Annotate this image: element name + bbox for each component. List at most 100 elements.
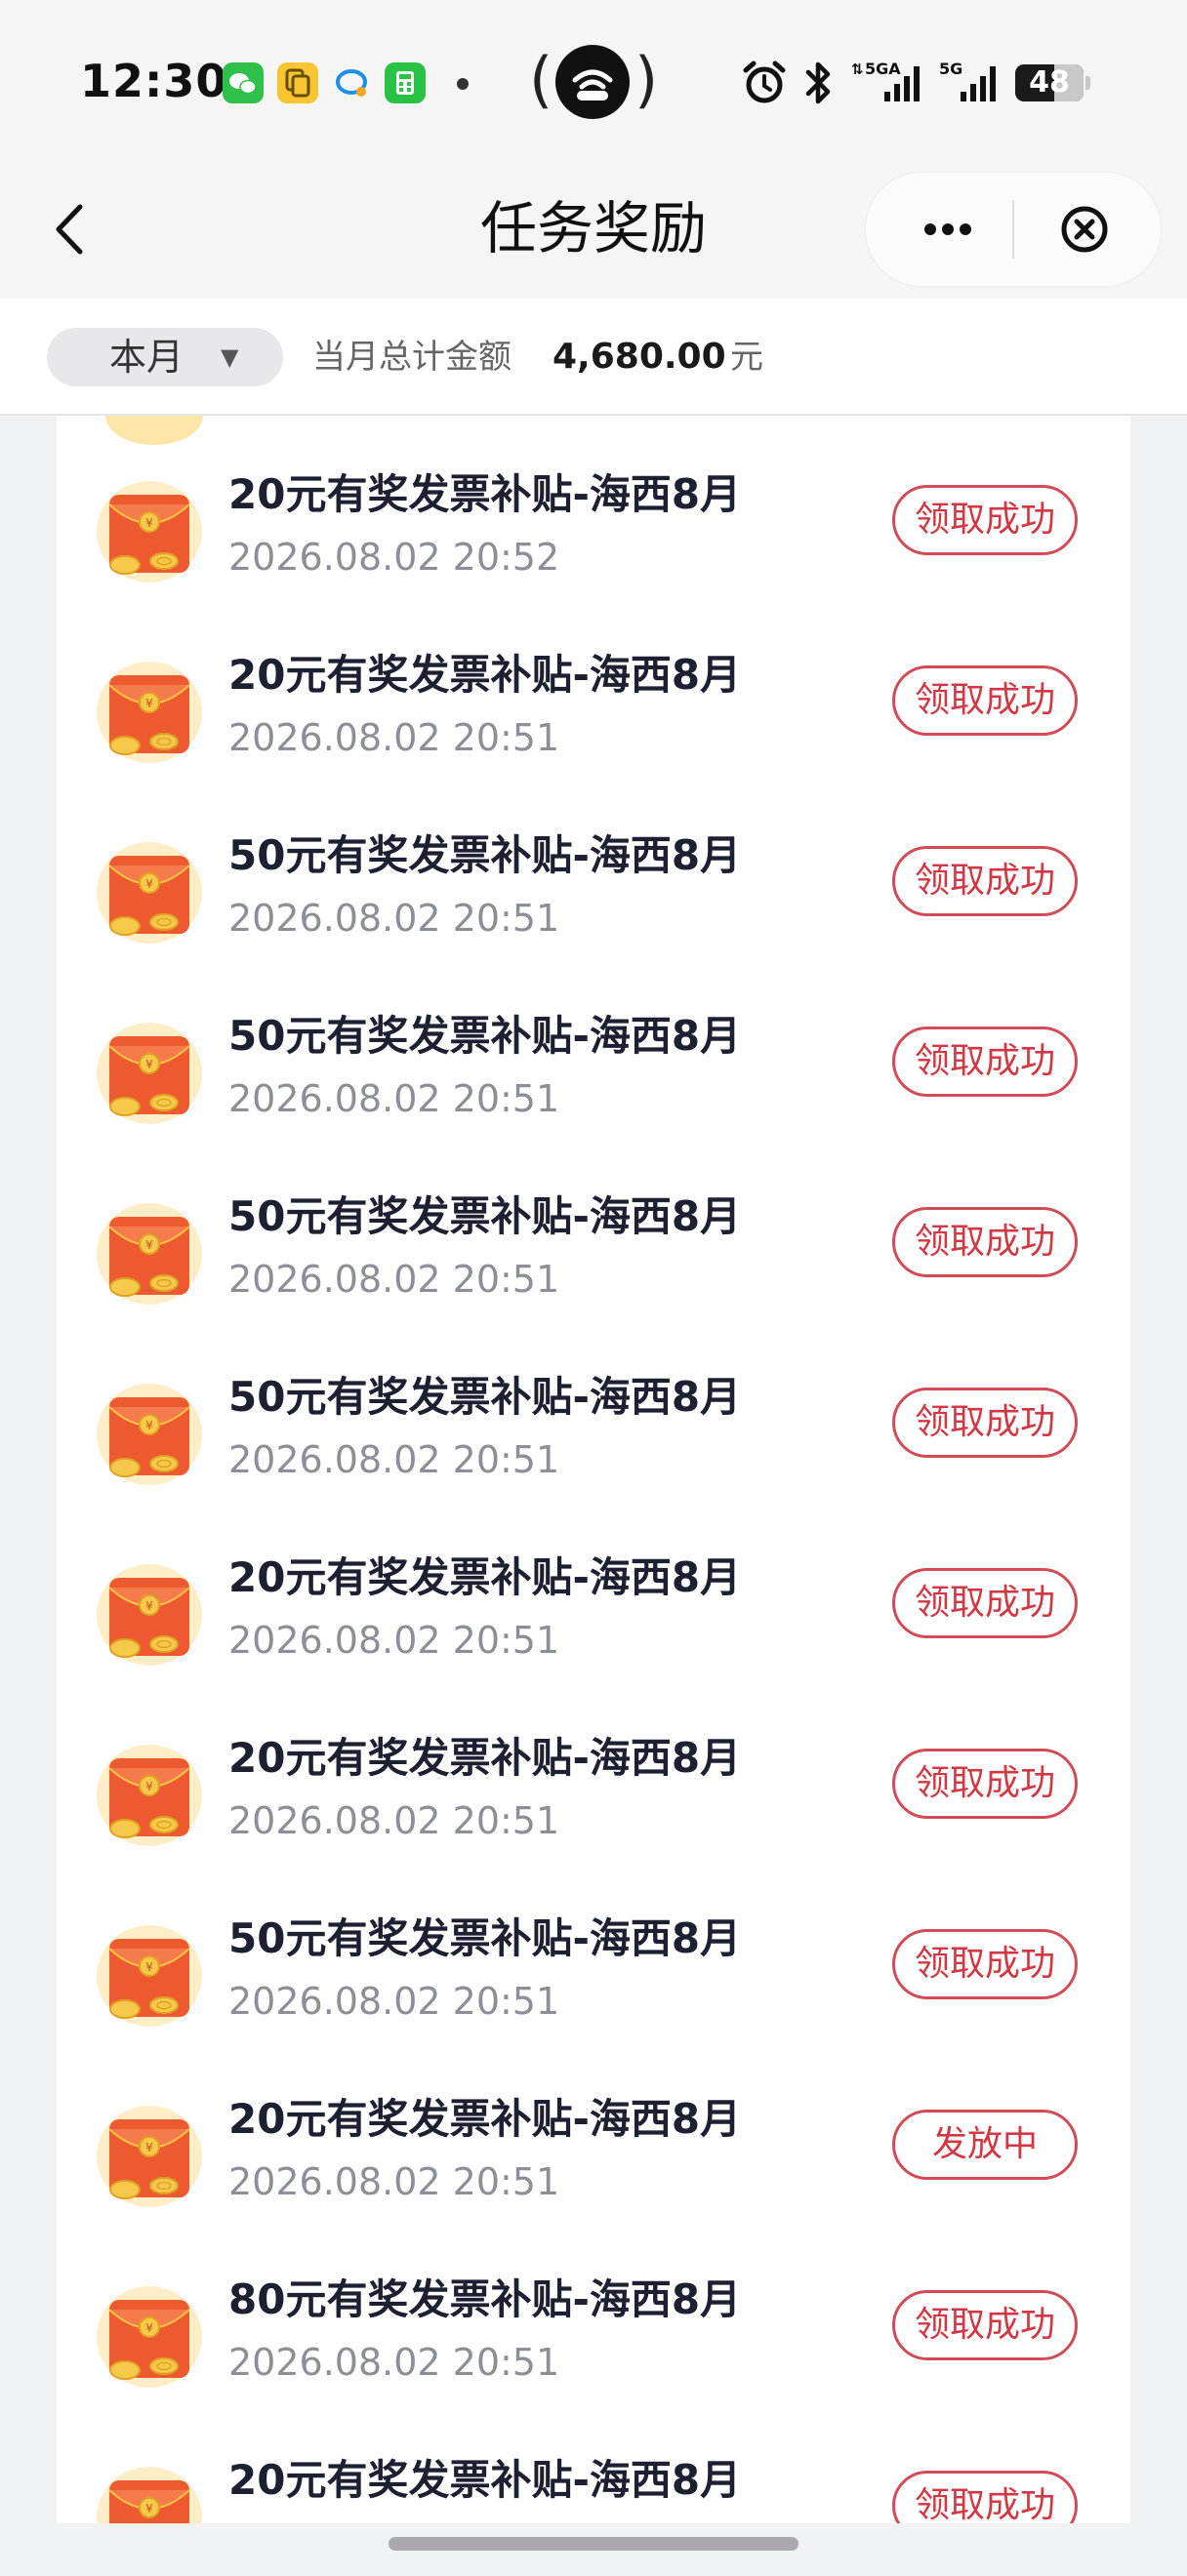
5g-signal-icon: 5G [939,60,996,101]
reward-rows: ¥ 20元有奖发票补贴-海西8月 2026.08.02 20:52 领取成功 ¥… [57,452,1130,2523]
bluetooth-icon [805,61,831,104]
red-envelope-icon: ¥ [97,1023,202,1124]
home-indicator[interactable] [389,2537,798,2551]
svg-text:¥: ¥ [145,877,153,891]
filter-bar: 本月 ▼ 当月总计金额 4,680.00 元 [0,299,1187,416]
svg-text:¥: ¥ [145,2502,153,2516]
hotspot-icon [572,69,613,101]
reward-title: 50元有奖发票补贴-海西8月 [228,1373,742,1421]
reward-time: 2026.08.02 20:51 [228,2160,560,2203]
red-envelope-icon: ¥ [97,1564,202,1666]
chat-app-icon [332,62,373,103]
reward-time: 2026.08.02 20:52 [228,536,560,579]
red-envelope-icon [105,416,203,445]
svg-text:⇅: ⇅ [851,60,864,78]
reward-time: 2026.08.02 20:51 [228,1619,560,1662]
month-dropdown[interactable]: 本月 ▼ [47,328,283,386]
reward-time: 2026.08.02 20:51 [228,1438,560,1481]
svg-text:¥: ¥ [145,516,153,530]
reward-time: 2026.08.02 20:51 [228,2341,560,2384]
reward-status-button[interactable]: 领取成功 [892,2290,1078,2360]
svg-text:¥: ¥ [145,1238,153,1252]
mini-program-capsule [865,172,1162,287]
status-time: 12:30 [80,55,228,107]
total-label: 当月总计金额 [312,338,512,377]
reward-status-button[interactable]: 领取成功 [892,1749,1078,1819]
more-dots-icon [924,223,971,235]
svg-text:¥: ¥ [145,2321,153,2335]
reward-item[interactable]: ¥ 20元有奖发票补贴-海西8月 2026.08.02 20:52 领取成功 [57,452,1130,632]
reward-title: 80元有奖发票补贴-海西8月 [228,2275,742,2323]
svg-text:¥: ¥ [145,1780,153,1793]
reward-status-button[interactable]: 领取成功 [892,1207,1078,1277]
reward-status-button[interactable]: 领取成功 [892,1026,1078,1097]
notification-dot [457,78,469,90]
total-unit: 元 [730,338,763,377]
capsule-divider [1012,200,1014,259]
reward-time: 2026.08.02 20:51 [228,1258,560,1301]
reward-title: 20元有奖发票补贴-海西8月 [228,1734,742,1782]
reward-title: 50元有奖发票补贴-海西8月 [228,831,742,879]
red-envelope-icon: ¥ [97,662,202,763]
reward-time: 2026.08.02 20:51 [228,1799,560,1842]
battery-tip [1085,76,1090,90]
reward-title: 20元有奖发票补贴-海西8月 [228,2456,742,2504]
reward-title: 20元有奖发票补贴-海西8月 [228,2095,742,2143]
red-envelope-icon: ¥ [97,1203,202,1305]
red-envelope-icon: ¥ [97,481,202,583]
reward-status-button[interactable]: 发放中 [892,2110,1078,2180]
reward-title: 50元有奖发票补贴-海西8月 [228,1914,742,1962]
5g-signal-icon: ⇅ 5GA [851,60,920,101]
close-circle-icon [1061,206,1108,253]
dropdown-arrow-icon: ▼ [221,343,239,371]
reward-status-button[interactable]: 领取成功 [892,1568,1078,1638]
reward-item[interactable]: ¥ 50元有奖发票补贴-海西8月 2026.08.02 20:51 领取成功 [57,1354,1130,1535]
status-bar: 12:30 () ⇅ 5GA 5G 48 [0,0,1187,162]
reward-item[interactable]: ¥ 20元有奖发票补贴-海西8月 2026.08.02 20:51 领取成功 [57,1715,1130,1896]
svg-text:¥: ¥ [145,697,153,710]
reward-status-button[interactable]: 领取成功 [892,1388,1078,1458]
nav-bar: 任务奖励 [0,162,1187,299]
reward-time: 2026.08.02 20:51 [228,1077,560,1120]
back-button[interactable] [47,185,96,273]
reward-time: 2026.08.02 20:51 [228,1980,560,2023]
reward-status-button[interactable]: 领取成功 [892,485,1078,555]
total-amount: 4,680.00 [553,337,726,377]
reward-title: 50元有奖发票补贴-海西8月 [228,1192,742,1240]
battery-indicator: 48 [1015,64,1084,101]
reward-item[interactable]: ¥ 20元有奖发票补贴-海西8月 领取成功 [57,2437,1130,2523]
red-envelope-icon: ¥ [97,1925,202,2027]
reward-title: 20元有奖发票补贴-海西8月 [228,651,742,699]
reward-item[interactable]: ¥ 50元有奖发票补贴-海西8月 2026.08.02 20:51 领取成功 [57,1896,1130,2076]
reward-title: 20元有奖发票补贴-海西8月 [228,1553,742,1601]
red-envelope-icon: ¥ [97,1384,202,1485]
reward-item[interactable]: ¥ 80元有奖发票补贴-海西8月 2026.08.02 20:51 领取成功 [57,2257,1130,2437]
month-dropdown-label: 本月 [109,336,184,379]
red-envelope-icon: ¥ [97,842,202,944]
reward-item[interactable]: ¥ 20元有奖发票补贴-海西8月 2026.08.02 20:51 发放中 [57,2076,1130,2257]
red-envelope-icon: ¥ [97,2286,202,2388]
red-envelope-icon: ¥ [97,2106,202,2207]
copy-app-icon [277,62,318,103]
svg-text:¥: ¥ [145,1419,153,1432]
svg-text:¥: ¥ [145,1058,153,1071]
hotspot-indicator: ( ) [529,41,658,119]
reward-status-button[interactable]: 领取成功 [892,665,1078,736]
svg-text:¥: ¥ [145,2141,153,2154]
close-button[interactable] [1042,190,1129,268]
reward-status-button[interactable]: 领取成功 [892,2471,1078,2523]
alarm-icon [743,60,786,103]
reward-time: 2026.08.02 20:51 [228,897,560,940]
reward-item[interactable]: ¥ 50元有奖发票补贴-海西8月 2026.08.02 20:51 领取成功 [57,1174,1130,1354]
reward-status-button[interactable]: 领取成功 [892,1929,1078,1999]
more-button[interactable] [895,190,993,268]
reward-item[interactable]: ¥ 50元有奖发票补贴-海西8月 2026.08.02 20:51 领取成功 [57,813,1130,993]
reward-status-button[interactable]: 领取成功 [892,846,1078,916]
reward-item[interactable]: ¥ 20元有奖发票补贴-海西8月 2026.08.02 20:51 领取成功 [57,632,1130,813]
reward-title: 20元有奖发票补贴-海西8月 [228,470,742,518]
home-area [0,2523,1187,2576]
reward-time: 2026.08.02 20:51 [228,716,560,759]
reward-item[interactable]: ¥ 20元有奖发票补贴-海西8月 2026.08.02 20:51 领取成功 [57,1535,1130,1715]
svg-text:5GA: 5GA [865,60,901,78]
reward-item[interactable]: ¥ 50元有奖发票补贴-海西8月 2026.08.02 20:51 领取成功 [57,993,1130,1174]
